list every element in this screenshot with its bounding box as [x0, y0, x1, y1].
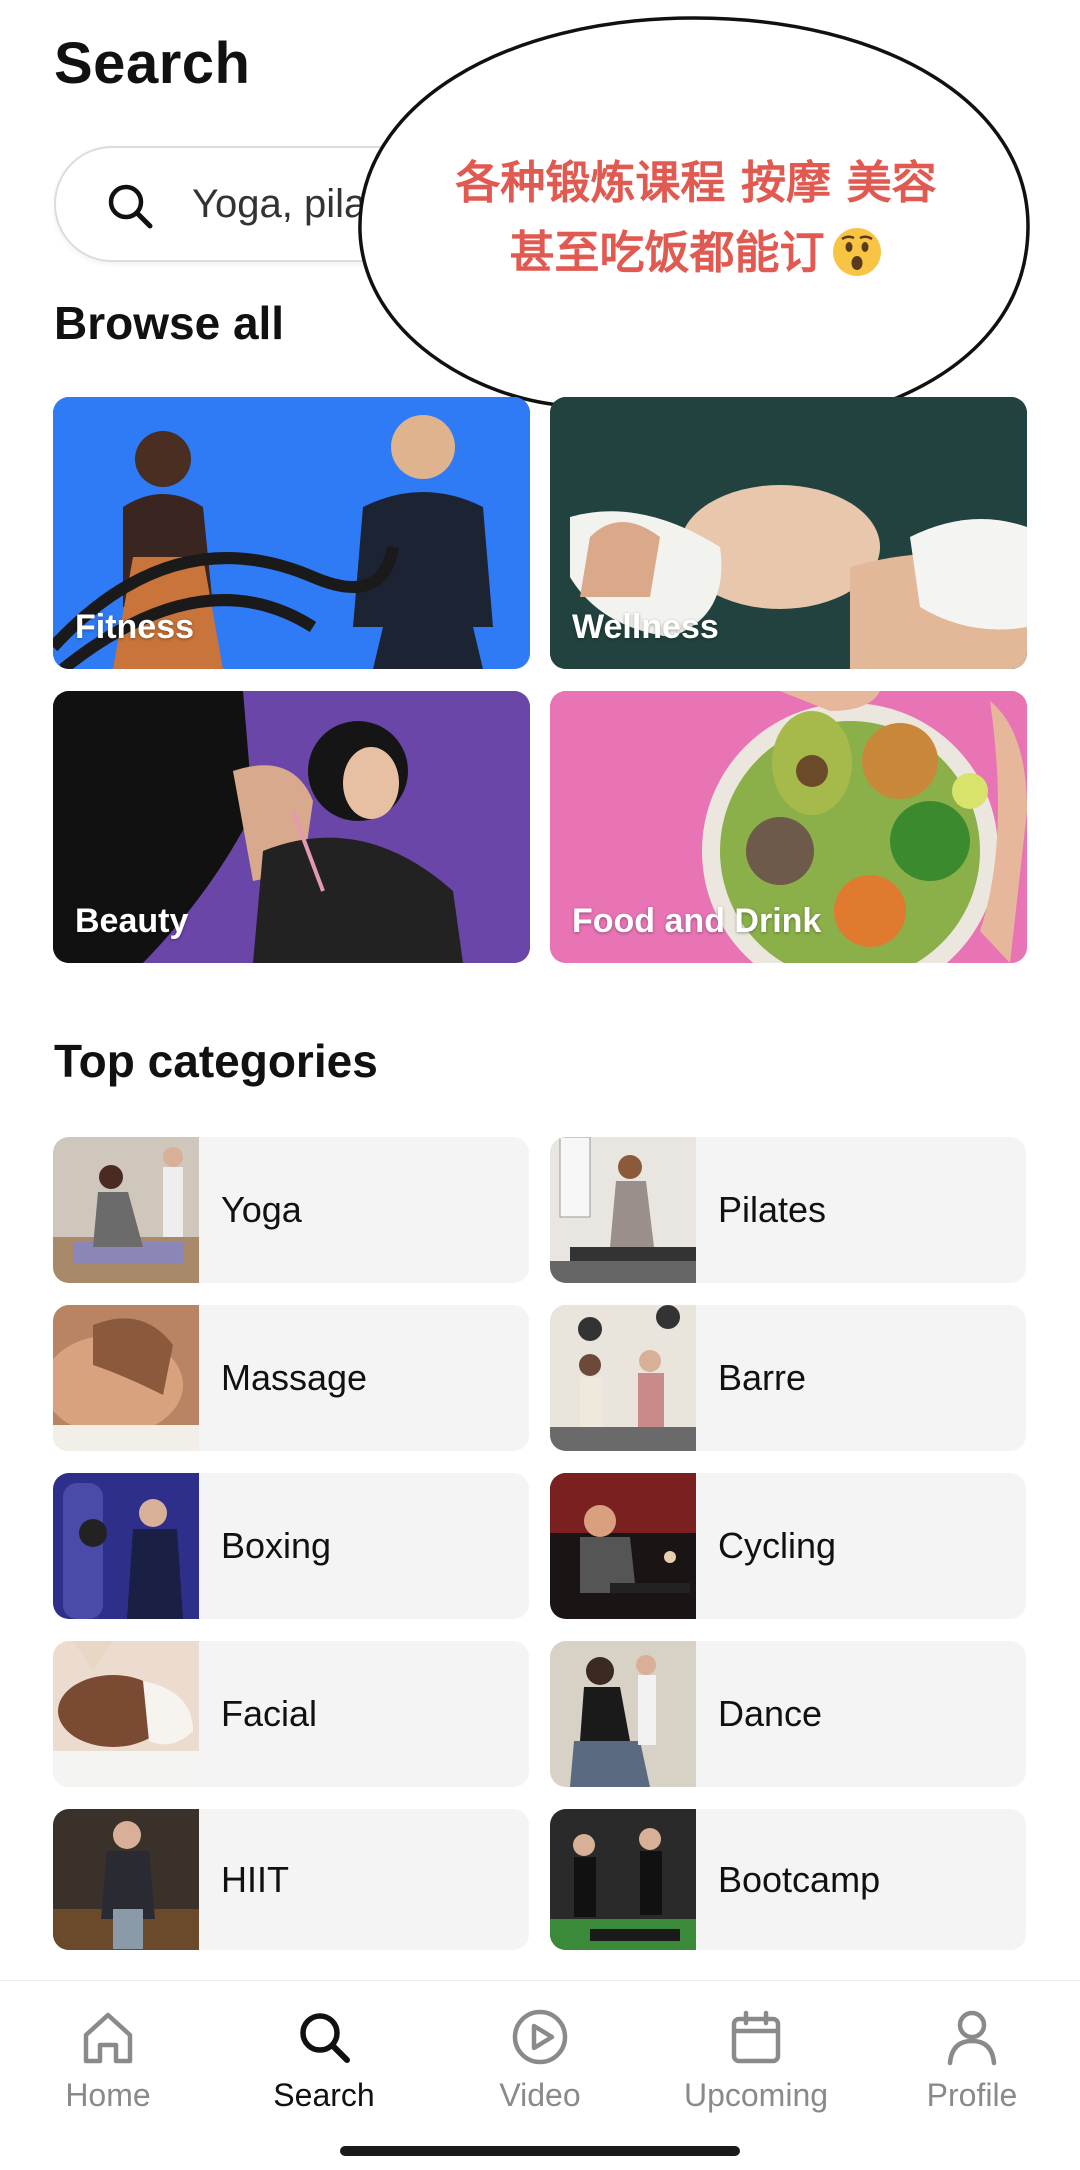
browse-card-label: Fitness [75, 608, 195, 646]
tab-upcoming[interactable]: Upcoming [656, 2005, 856, 2114]
annotation-line-2: 甚至吃饭都能订 [386, 218, 1006, 288]
tab-home[interactable]: Home [8, 2005, 208, 2114]
dance-thumbnail [550, 1641, 696, 1787]
category-boxing[interactable]: Boxing [53, 1473, 529, 1619]
tab-label: Upcoming [683, 2077, 829, 2113]
home-icon [83, 2012, 133, 2064]
tab-label: Home [65, 2077, 151, 2113]
category-yoga[interactable]: Yoga [53, 1137, 529, 1283]
category-facial[interactable]: Facial [53, 1641, 529, 1787]
pilates-thumbnail [550, 1137, 696, 1283]
category-label: Dance [718, 1693, 823, 1734]
category-pilates[interactable]: Pilates [550, 1137, 1026, 1283]
cycling-thumbnail [550, 1473, 696, 1619]
tab-label: Video [499, 2077, 581, 2113]
category-cycling[interactable]: Cycling [550, 1473, 1026, 1619]
tab-search[interactable]: Search [224, 2005, 424, 2114]
play-circle-icon [512, 2009, 568, 2065]
category-massage[interactable]: Massage [53, 1305, 529, 1451]
browse-card-label: Food and Drink [572, 902, 822, 940]
bottom-tab-bar: Home Search Video Upcoming Profile [0, 1980, 1080, 2170]
hiit-thumbnail [53, 1809, 199, 1950]
search-screen: Search Yoga, pila 各种锻炼课程 按摩 美容 甚至吃饭都能订 B… [0, 0, 1080, 2170]
tab-label: Profile [926, 2077, 1018, 2113]
yoga-thumbnail [53, 1137, 199, 1283]
barre-thumbnail [550, 1305, 696, 1451]
boxing-thumbnail [53, 1473, 199, 1619]
calendar-icon [731, 2010, 781, 2064]
browse-card-beauty[interactable]: Beauty [53, 691, 530, 963]
search-icon [300, 2013, 350, 2063]
browse-card-food-and-drink[interactable]: Food and Drink [550, 691, 1027, 963]
bootcamp-thumbnail [550, 1809, 696, 1950]
category-label: Pilates [718, 1189, 827, 1230]
category-barre[interactable]: Barre [550, 1305, 1026, 1451]
astonished-face-icon [832, 228, 881, 276]
browse-card-label: Wellness [572, 608, 719, 646]
category-bootcamp[interactable]: Bootcamp [550, 1809, 1026, 1950]
category-label: Cycling [718, 1525, 837, 1566]
page-title: Search [54, 31, 251, 96]
category-dance[interactable]: Dance [550, 1641, 1026, 1787]
top-categories-heading: Top categories [54, 1035, 378, 1087]
browse-card-label: Beauty [75, 902, 189, 940]
facial-thumbnail [53, 1641, 199, 1787]
category-label: HIIT [221, 1858, 289, 1900]
massage-thumbnail [53, 1305, 199, 1451]
category-label: Facial [221, 1693, 318, 1734]
tab-label: Search [273, 2077, 375, 2113]
annotation-line-1: 各种锻炼课程 按摩 美容 [455, 156, 937, 209]
browse-all-heading: Browse all [54, 297, 285, 349]
browse-card-wellness[interactable]: Wellness [550, 397, 1027, 669]
category-hiit[interactable]: HIIT [53, 1809, 529, 1950]
category-label: Massage [221, 1357, 368, 1398]
browse-card-fitness[interactable]: Fitness [53, 397, 530, 669]
category-label: Bootcamp [718, 1858, 881, 1900]
category-label: Boxing [221, 1525, 332, 1566]
home-indicator[interactable] [340, 2146, 740, 2156]
category-label: Yoga [221, 1189, 302, 1230]
category-label: Barre [718, 1357, 807, 1398]
person-icon [947, 2010, 997, 2066]
tab-profile[interactable]: Profile [872, 2005, 1072, 2114]
search-icon [108, 184, 153, 229]
tab-video[interactable]: Video [440, 2005, 640, 2114]
search-placeholder: Yoga, pila [192, 182, 367, 226]
